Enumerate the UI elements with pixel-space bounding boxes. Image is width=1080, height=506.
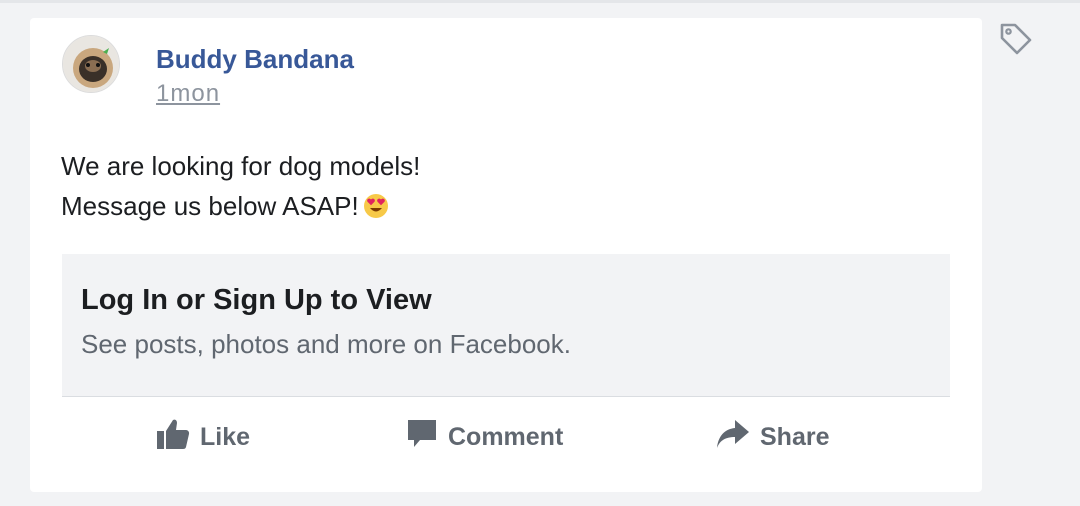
thumbs-up-icon [156, 418, 200, 457]
top-divider [0, 0, 1080, 3]
comment-button[interactable]: Comment [406, 408, 563, 466]
share-arrow-icon [716, 419, 760, 456]
post-text-line-2: Message us below ASAP! [61, 186, 420, 230]
like-button[interactable]: Like [156, 408, 250, 466]
post-text-line-1: We are looking for dog models! [61, 151, 421, 181]
login-prompt[interactable]: Log In or Sign Up to View See posts, pho… [62, 254, 950, 397]
like-label: Like [200, 422, 251, 451]
avatar[interactable] [62, 35, 120, 93]
tag-button[interactable] [996, 20, 1036, 60]
post-text-line-2-text: Message us below ASAP! [61, 191, 359, 221]
comment-label: Comment [448, 422, 564, 451]
comment-bubble-icon [406, 418, 448, 457]
author-name[interactable]: Buddy Bandana [156, 44, 354, 75]
login-prompt-title[interactable]: Log In or Sign Up to View [81, 284, 432, 317]
action-bar: Like Comment Share [62, 408, 950, 466]
heart-eyes-emoji-icon [363, 190, 389, 230]
post-card: Buddy Bandana 1mon We are looking for do… [30, 18, 982, 492]
login-prompt-subtitle: See posts, photos and more on Facebook. [81, 329, 571, 359]
share-button[interactable]: Share [716, 408, 829, 466]
post-text: We are looking for dog models! Message u… [61, 146, 420, 230]
post-timestamp[interactable]: 1mon [156, 80, 220, 108]
tag-icon [996, 23, 1036, 64]
share-label: Share [760, 422, 830, 451]
